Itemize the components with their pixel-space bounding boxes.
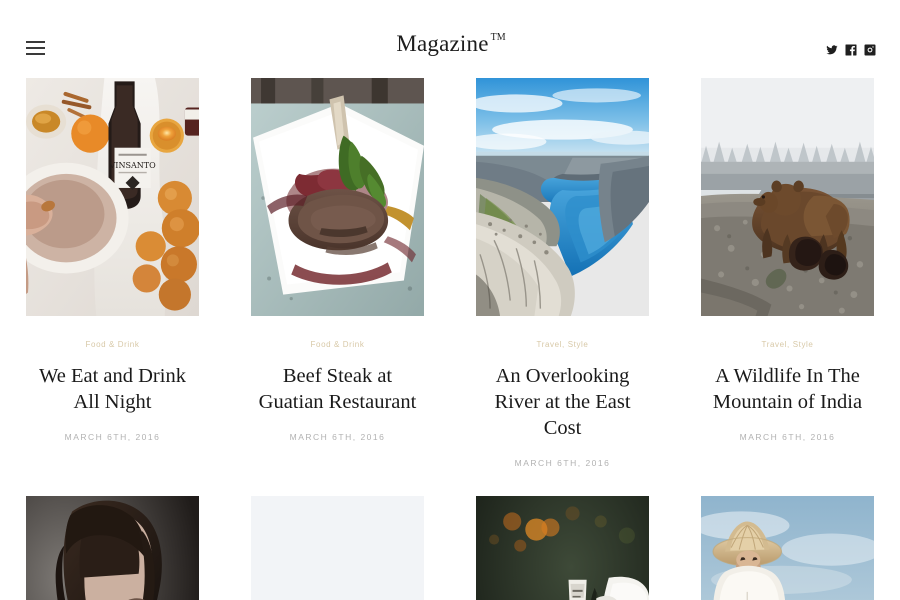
article-thumbnail[interactable] [476,496,649,600]
article-category[interactable]: Food & Drink [86,340,140,349]
article-card[interactable] [476,496,649,600]
article-date: MARCH 6TH, 2016 [289,432,386,443]
twitter-icon[interactable] [826,44,838,56]
article-title[interactable]: Beef Steak at Guatian Restaurant [251,363,424,415]
article-meta: Travel, Style A Wildlife In The Mountain… [701,316,874,442]
article-date: MARCH 6TH, 2016 [64,432,161,443]
article-thumbnail[interactable] [251,78,424,316]
facebook-icon[interactable] [845,44,857,56]
article-thumbnail[interactable] [701,496,874,600]
article-title[interactable]: We Eat and Drink All Night [26,363,199,415]
article-card[interactable]: Food & Drink Beef Steak at Guatian Resta… [251,78,424,468]
article-thumbnail[interactable]: VINSANTO [26,78,199,316]
article-grid-row-2 [0,496,900,600]
svg-text:VINSANTO: VINSANTO [108,161,156,170]
article-date: MARCH 6TH, 2016 [514,458,611,469]
article-card[interactable] [26,496,199,600]
article-meta: Travel, Style An Overlooking River at th… [476,316,649,468]
article-grid-row-1: VINSANTO Food & Drink We Eat and Drink A… [0,78,900,468]
site-logo[interactable]: Magazine TM [0,32,900,55]
article-thumbnail[interactable] [26,496,199,600]
article-card[interactable]: Travel, Style An Overlooking River at th… [476,78,649,468]
article-thumbnail[interactable] [251,496,424,600]
trademark-symbol: TM [490,32,506,44]
article-category[interactable]: Travel, Style [537,340,589,349]
article-title[interactable]: An Overlooking River at the East Cost [476,363,649,441]
instagram-icon[interactable] [864,44,876,56]
brand-name: Magazine [396,31,489,56]
article-category[interactable]: Food & Drink [311,340,365,349]
article-title[interactable]: A Wildlife In The Mountain of India [701,363,874,415]
site-header: Magazine TM [0,0,900,78]
article-card[interactable]: Travel, Style A Wildlife In The Mountain… [701,78,874,468]
article-meta: Food & Drink Beef Steak at Guatian Resta… [251,316,424,442]
article-card[interactable]: VINSANTO Food & Drink We Eat and Drink A… [26,78,199,468]
article-card[interactable] [701,496,874,600]
article-date: MARCH 6TH, 2016 [739,432,836,443]
article-meta: Food & Drink We Eat and Drink All Night … [26,316,199,442]
article-category[interactable]: Travel, Style [762,340,814,349]
article-card[interactable] [251,496,424,600]
article-thumbnail[interactable] [476,78,649,316]
article-thumbnail[interactable] [701,78,874,316]
social-links [826,44,876,56]
